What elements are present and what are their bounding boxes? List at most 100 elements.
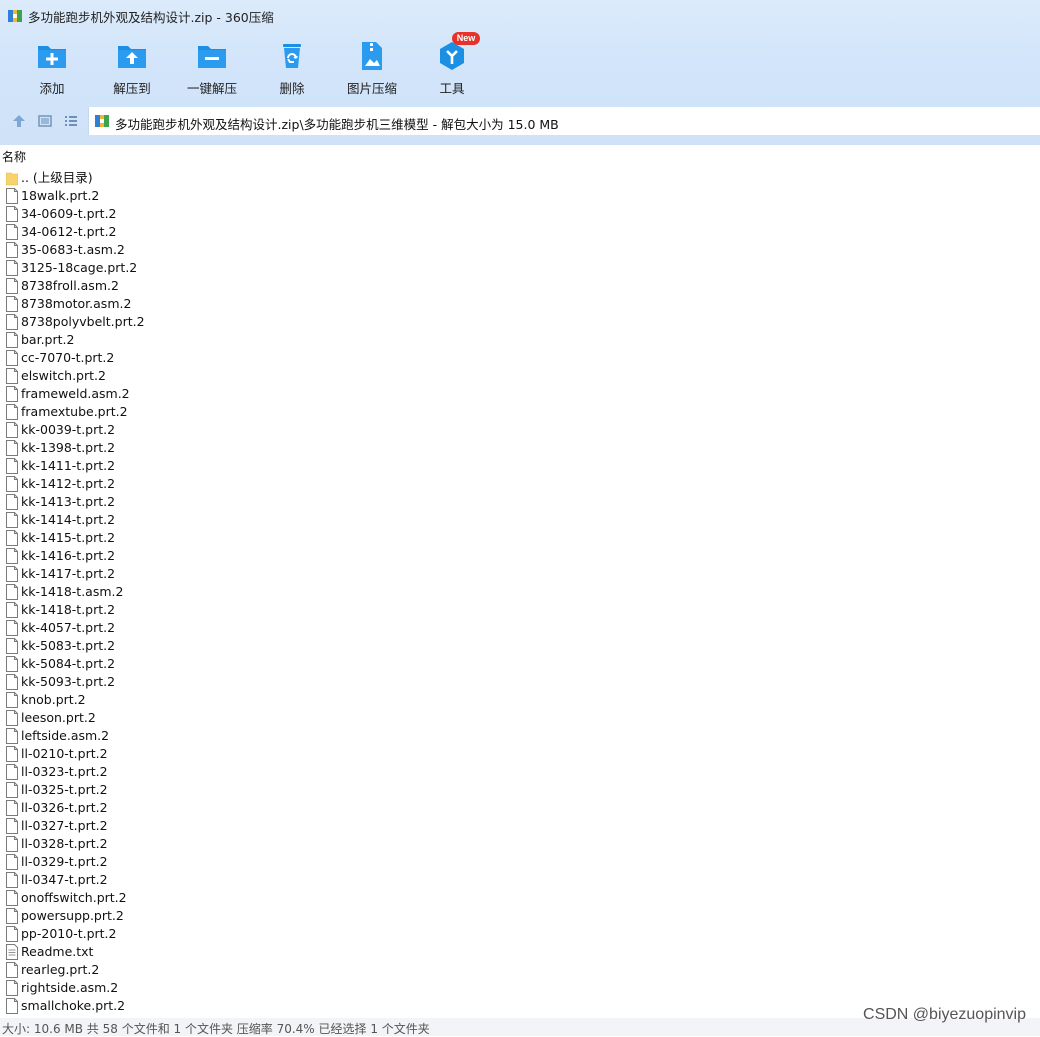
file-row[interactable]: kk-5084-t.prt.2 [0, 655, 400, 673]
file-name: kk-1418-t.asm.2 [21, 584, 124, 599]
file-icon [6, 224, 18, 240]
file-name: kk-4057-t.prt.2 [21, 620, 116, 635]
file-row[interactable]: ll-0328-t.prt.2 [0, 835, 400, 853]
file-row[interactable]: kk-1417-t.prt.2 [0, 565, 400, 583]
file-row[interactable]: kk-1416-t.prt.2 [0, 547, 400, 565]
file-name: knob.prt.2 [21, 692, 86, 707]
file-row[interactable]: kk-4057-t.prt.2 [0, 619, 400, 637]
file-row[interactable]: 35-0683-t.asm.2 [0, 241, 400, 259]
file-row[interactable]: kk-1418-t.prt.2 [0, 601, 400, 619]
watermark: CSDN @biyezuopinvip [863, 1006, 1026, 1023]
file-row[interactable]: leftside.asm.2 [0, 727, 400, 745]
file-icon [6, 656, 18, 672]
folder-icon [6, 172, 18, 186]
file-row[interactable]: 3125-18cage.prt.2 [0, 259, 400, 277]
file-name: Readme.txt [21, 944, 94, 959]
file-name: ll-0329-t.prt.2 [21, 854, 108, 869]
file-name: frameweld.asm.2 [21, 386, 130, 401]
file-row[interactable]: ll-0326-t.prt.2 [0, 799, 400, 817]
file-row[interactable]: kk-1412-t.prt.2 [0, 475, 400, 493]
zip-archive-icon [95, 115, 109, 127]
add-button[interactable]: 添加 [12, 38, 92, 98]
file-row[interactable]: 34-0609-t.prt.2 [0, 205, 400, 223]
file-name: kk-1412-t.prt.2 [21, 476, 116, 491]
file-row[interactable]: kk-1411-t.prt.2 [0, 457, 400, 475]
address-bar[interactable]: 多功能跑步机外观及结构设计.zip\多功能跑步机三维模型 - 解包大小为 15.… [88, 107, 1040, 135]
file-name: kk-1417-t.prt.2 [21, 566, 116, 581]
file-name: powersupp.prt.2 [21, 908, 124, 923]
file-row[interactable]: kk-1414-t.prt.2 [0, 511, 400, 529]
file-icon [6, 908, 18, 924]
file-icon [6, 548, 18, 564]
list-view-icon[interactable] [64, 114, 78, 128]
tools-button[interactable]: 工具 [412, 38, 492, 98]
file-row[interactable]: kk-1415-t.prt.2 [0, 529, 400, 547]
thumbnail-view-icon[interactable] [38, 114, 52, 128]
file-icon [6, 728, 18, 744]
up-arrow-icon[interactable] [12, 114, 26, 128]
file-row[interactable]: kk-1418-t.asm.2 [0, 583, 400, 601]
delete-button-label: 删除 [279, 81, 305, 96]
file-row[interactable]: cc-7070-t.prt.2 [0, 349, 400, 367]
file-icon [6, 872, 18, 888]
image-compress-button[interactable]: 图片压缩 [332, 38, 412, 98]
file-name: kk-1415-t.prt.2 [21, 530, 116, 545]
file-icon [6, 800, 18, 816]
file-row[interactable]: 8738polyvbelt.prt.2 [0, 313, 400, 331]
file-row[interactable]: rightside.asm.2 [0, 979, 400, 997]
file-row[interactable]: ll-0323-t.prt.2 [0, 763, 400, 781]
file-name: ll-0328-t.prt.2 [21, 836, 108, 851]
file-row[interactable]: 8738motor.asm.2 [0, 295, 400, 313]
file-row[interactable]: ll-0327-t.prt.2 [0, 817, 400, 835]
file-row[interactable]: ll-0325-t.prt.2 [0, 781, 400, 799]
file-name: rearleg.prt.2 [21, 962, 100, 977]
file-row[interactable]: 8738froll.asm.2 [0, 277, 400, 295]
file-row[interactable]: elswitch.prt.2 [0, 367, 400, 385]
file-row[interactable]: ll-0347-t.prt.2 [0, 871, 400, 889]
file-row[interactable]: ll-0329-t.prt.2 [0, 853, 400, 871]
file-row[interactable]: 34-0612-t.prt.2 [0, 223, 400, 241]
file-row[interactable]: pp-2010-t.prt.2 [0, 925, 400, 943]
file-icon [6, 962, 18, 978]
file-icon [6, 368, 18, 384]
file-row[interactable]: smallchoke.prt.2 [0, 997, 400, 1015]
file-row[interactable]: kk-1398-t.prt.2 [0, 439, 400, 457]
file-row[interactable]: kk-1413-t.prt.2 [0, 493, 400, 511]
file-name: 34-0609-t.prt.2 [21, 206, 117, 221]
file-name: ll-0323-t.prt.2 [21, 764, 108, 779]
file-row[interactable]: bar.prt.2 [0, 331, 400, 349]
parent-folder-row[interactable]: .. (上级目录) [0, 169, 400, 187]
file-icon [6, 242, 18, 258]
file-icon [6, 476, 18, 492]
file-icon [6, 980, 18, 996]
file-row[interactable]: ll-0210-t.prt.2 [0, 745, 400, 763]
column-header-name[interactable]: 名称 [2, 148, 26, 165]
file-icon [6, 638, 18, 654]
file-row[interactable]: frameweld.asm.2 [0, 385, 400, 403]
file-row[interactable]: onoffswitch.prt.2 [0, 889, 400, 907]
file-icon [6, 746, 18, 762]
file-icon [6, 458, 18, 474]
file-row[interactable]: rearleg.prt.2 [0, 961, 400, 979]
file-name: kk-5084-t.prt.2 [21, 656, 116, 671]
title-bar: 多功能跑步机外观及结构设计.zip - 360压缩 [0, 0, 1040, 32]
file-row[interactable]: kk-5083-t.prt.2 [0, 637, 400, 655]
file-row[interactable]: leeson.prt.2 [0, 709, 400, 727]
status-text: 大小: 10.6 MB 共 58 个文件和 1 个文件夹 压缩率 70.4% 已… [2, 1022, 430, 1036]
file-icon [6, 584, 18, 600]
file-row[interactable]: Readme.txt [0, 943, 400, 961]
file-name: leftside.asm.2 [21, 728, 110, 743]
file-name: framextube.prt.2 [21, 404, 128, 419]
file-row[interactable]: powersupp.prt.2 [0, 907, 400, 925]
file-row[interactable]: kk-0039-t.prt.2 [0, 421, 400, 439]
file-icon [6, 530, 18, 546]
add-button-label: 添加 [39, 81, 65, 96]
file-row[interactable]: framextube.prt.2 [0, 403, 400, 421]
one-click-extract-button-label: 一键解压 [186, 81, 237, 96]
extract-to-button[interactable]: 解压到 [92, 38, 172, 98]
file-row[interactable]: knob.prt.2 [0, 691, 400, 709]
delete-button[interactable]: 删除 [252, 38, 332, 98]
file-row[interactable]: kk-5093-t.prt.2 [0, 673, 400, 691]
file-row[interactable]: 18walk.prt.2 [0, 187, 400, 205]
one-click-extract-button[interactable]: 一键解压 [172, 38, 252, 98]
